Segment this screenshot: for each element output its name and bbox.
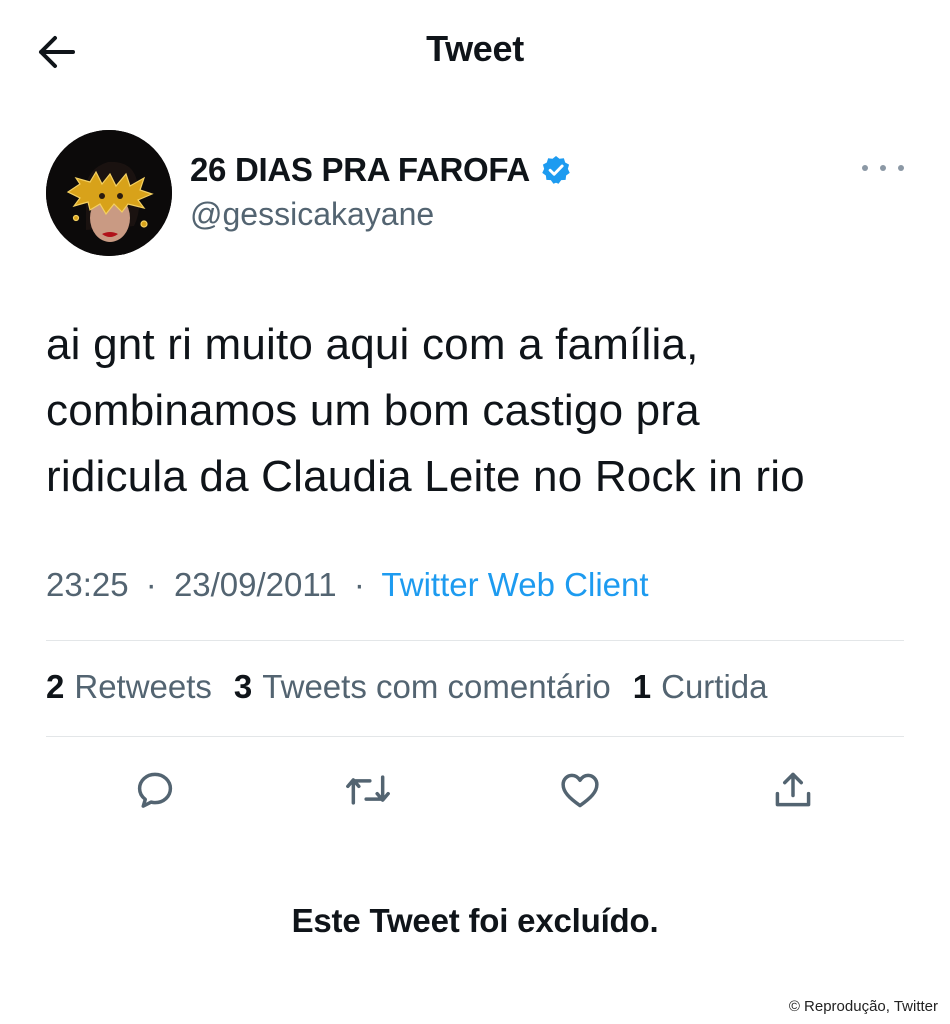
quote-tweets-stat[interactable]: 3 Tweets com comentário	[234, 668, 611, 706]
meta-separator: ·	[145, 566, 157, 603]
tweet-text-line: combinamos um bom castigo pra	[46, 386, 700, 435]
tweet-source-link[interactable]: Twitter Web Client	[381, 566, 648, 603]
likes-stat[interactable]: 1 Curtida	[633, 668, 768, 706]
quotes-label: Tweets com comentário	[262, 668, 611, 705]
quotes-count: 3	[233, 668, 253, 705]
author-name-row[interactable]: 26 DIAS PRA FAROFA	[190, 150, 572, 190]
tweet-text: ai gnt ri muito aqui com a família, comb…	[46, 312, 926, 510]
more-icon-dot	[880, 165, 886, 171]
retweets-count: 2	[46, 668, 65, 705]
user-handle[interactable]: @gessicakayane	[190, 196, 434, 233]
verified-badge-icon	[542, 156, 570, 184]
more-icon	[862, 165, 868, 171]
divider	[46, 736, 904, 737]
deleted-tweet-notice: Este Tweet foi excluído.	[291, 902, 659, 939]
retweets-label: Retweets	[74, 668, 212, 705]
like-icon	[561, 773, 599, 808]
tweet-text-line: ridicula da Claudia Leite no Rock in rio	[46, 452, 805, 501]
tweet-meta: 23:25 · 23/09/2011 · Twitter Web Client	[46, 566, 649, 604]
tweet-time[interactable]: 23:25	[46, 566, 129, 603]
share-button[interactable]	[765, 762, 821, 818]
image-credit: © Reprodução, Twitter	[788, 998, 938, 1015]
retweet-icon	[346, 775, 390, 805]
avatar-image	[46, 130, 172, 256]
display-name[interactable]: 26 DIAS PRA FAROFA	[190, 151, 530, 189]
tweet-actions-bar	[0, 762, 950, 818]
likes-label: Curtida	[661, 668, 768, 705]
retweet-button[interactable]	[340, 762, 396, 818]
divider	[46, 640, 904, 641]
likes-count: 1	[632, 668, 652, 705]
tweet-stats: 2 Retweets 3 Tweets com comentário 1 Curtid…	[46, 668, 768, 706]
more-icon-dot	[898, 165, 904, 171]
reply-button[interactable]	[127, 762, 183, 818]
more-options-button[interactable]	[862, 154, 904, 182]
meta-separator: ·	[353, 566, 365, 603]
reply-icon	[137, 772, 173, 808]
page-title: Tweet	[426, 28, 524, 69]
tweet-date[interactable]: 23/09/2011	[174, 566, 337, 603]
share-icon	[775, 772, 811, 807]
like-button[interactable]	[552, 762, 608, 818]
retweets-stat[interactable]: 2 Retweets	[46, 668, 212, 706]
tweet-text-line: ai gnt ri muito aqui com a família,	[46, 320, 699, 369]
top-bar: Tweet	[0, 0, 950, 100]
avatar[interactable]	[46, 130, 172, 256]
